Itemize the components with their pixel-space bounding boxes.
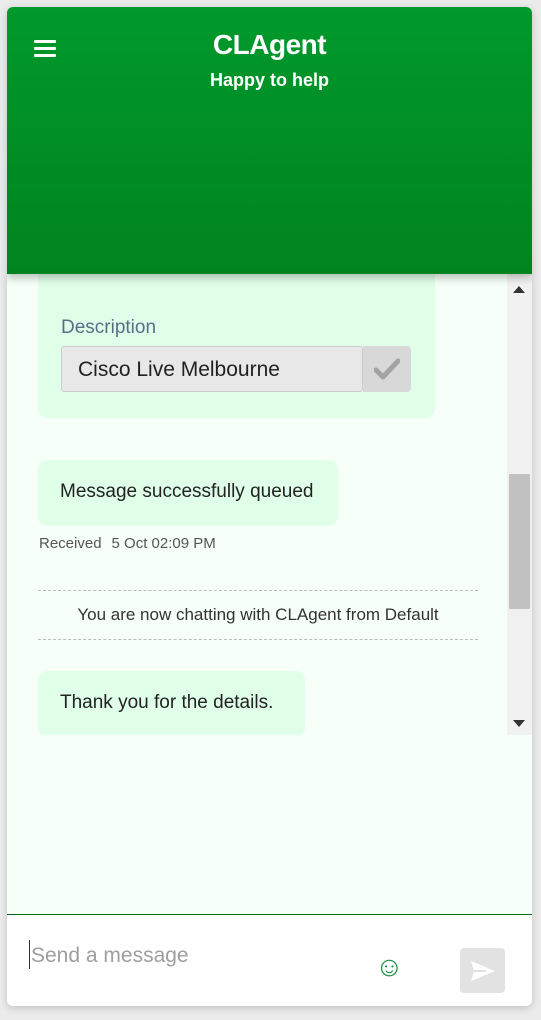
- chat-subtitle: Happy to help: [209, 70, 329, 90]
- form-card: Description Cisco Live Melbourne: [38, 274, 435, 418]
- message-timestamp: 5 Oct 02:09 PM: [111, 535, 216, 552]
- message-meta: Received 5 Oct 02:09 PM: [39, 535, 216, 552]
- description-submit-button[interactable]: [363, 346, 411, 392]
- message-text: Message successfully queued: [60, 481, 314, 502]
- message-text: Thank you for the details.: [60, 692, 274, 713]
- message-input[interactable]: [29, 935, 363, 977]
- text-cursor: [29, 940, 30, 969]
- message-scrollbar[interactable]: [507, 274, 532, 735]
- scroll-up-arrow-icon[interactable]: [513, 286, 525, 293]
- smiley-icon[interactable]: ☺: [375, 953, 404, 981]
- scroll-down-arrow-icon[interactable]: [513, 720, 525, 727]
- message-bubble: Message successfully queued: [38, 460, 338, 526]
- checkmark-icon: [374, 358, 400, 380]
- chat-title: CLAgent: [212, 29, 327, 60]
- message-composer: ☺: [7, 914, 532, 1006]
- send-arrow-icon: [470, 960, 495, 981]
- description-field[interactable]: Cisco Live Melbourne: [61, 346, 363, 392]
- system-note: You are now chatting with CLAgent from D…: [38, 590, 478, 640]
- send-button[interactable]: [460, 948, 505, 993]
- chat-widget: CLAgent Happy to help Description Cisco …: [7, 7, 532, 1006]
- message-bubble: Thank you for the details.: [38, 671, 305, 735]
- message-status: Received: [39, 535, 102, 552]
- message-list[interactable]: Description Cisco Live Melbourne Message…: [7, 274, 507, 735]
- scroll-thumb[interactable]: [509, 474, 530, 609]
- description-value: Cisco Live Melbourne: [78, 358, 280, 381]
- chat-header: CLAgent Happy to help: [7, 7, 532, 274]
- description-label: Description: [61, 317, 157, 338]
